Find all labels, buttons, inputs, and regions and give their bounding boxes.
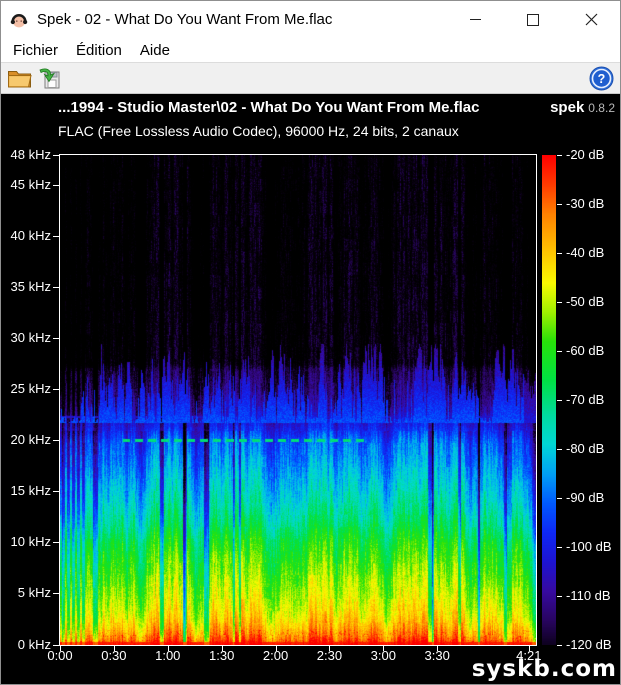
y-tick-label: 48 kHz — [10, 146, 51, 162]
watermark: syskb.com — [471, 656, 617, 682]
legend-tick — [557, 498, 562, 499]
y-tick-label: 45 kHz — [10, 177, 51, 193]
menu-bar: Fichier Édition Aide — [1, 38, 620, 62]
legend-tick-label: -80 dB — [566, 441, 605, 456]
legend-tick-label: -100 dB — [566, 539, 612, 554]
y-tick-label: 20 kHz — [10, 432, 51, 448]
x-tick-label: 0:00 — [47, 648, 73, 663]
legend-tick-label: -110 dB — [566, 588, 611, 603]
x-tick-label: 1:00 — [155, 648, 181, 663]
brand-wrap: spek 0.8.2 — [540, 99, 615, 117]
y-tick — [53, 593, 59, 595]
legend-tick — [557, 351, 562, 352]
close-button[interactable] — [562, 1, 620, 38]
legend-tick-label: -50 dB — [566, 294, 605, 309]
minimize-icon — [469, 19, 481, 20]
caption-buttons — [446, 1, 620, 38]
legend-tick — [557, 645, 562, 646]
legend-tick — [557, 400, 562, 401]
spectrogram-plot — [59, 154, 537, 646]
x-tick-label: 2:00 — [262, 648, 289, 663]
maximize-button[interactable] — [504, 1, 562, 38]
file-title: ...1994 - Studio Master\02 - What Do You… — [58, 99, 480, 116]
brand-version: 0.8.2 — [588, 101, 615, 115]
x-tick-label: 3:00 — [370, 648, 396, 663]
y-tick — [53, 338, 59, 340]
save-spectrogram-button[interactable] — [35, 64, 65, 92]
legend-tick-label: -60 dB — [566, 343, 605, 358]
legend-tick — [557, 449, 562, 450]
y-tick-label: 30 kHz — [10, 330, 51, 346]
spec-header: ...1994 - Studio Master\02 - What Do You… — [58, 99, 615, 117]
spectrogram-panel: ...1994 - Studio Master\02 - What Do You… — [1, 95, 620, 684]
audio-info: FLAC (Free Lossless Audio Codec), 96000 … — [58, 123, 459, 139]
window-titlebar[interactable]: Spek - 02 - What Do You Want From Me.fla… — [1, 1, 620, 38]
brand-name: spek — [550, 99, 585, 116]
legend-tick-label: -120 dB — [566, 637, 612, 652]
toolbar: ? — [1, 62, 620, 94]
y-tick — [53, 185, 59, 187]
x-tick-label: 1:30 — [209, 648, 235, 663]
help-button[interactable]: ? — [586, 64, 616, 92]
y-tick-label: 40 kHz — [10, 228, 51, 244]
legend-tick — [557, 302, 562, 303]
y-tick-label: 15 kHz — [10, 483, 51, 499]
spek-window: Spek - 02 - What Do You Want From Me.fla… — [0, 0, 621, 685]
menu-aide[interactable]: Aide — [131, 40, 179, 61]
legend-tick — [557, 253, 562, 254]
y-tick — [53, 154, 59, 156]
legend-tick — [557, 155, 562, 156]
y-tick — [53, 287, 59, 289]
legend-tick — [557, 596, 562, 597]
minimize-button[interactable] — [446, 1, 504, 38]
spectrogram-canvas — [60, 155, 536, 645]
y-tick-label: 10 kHz — [10, 534, 51, 550]
legend-tick — [557, 204, 562, 205]
menu-fichier[interactable]: Fichier — [4, 40, 67, 61]
y-tick — [53, 644, 59, 646]
y-tick — [53, 236, 59, 238]
close-icon — [585, 13, 597, 26]
x-tick-label: 0:30 — [101, 648, 127, 663]
legend-tick-label: -90 dB — [566, 490, 605, 505]
y-tick — [53, 389, 59, 391]
legend-tick-label: -20 dB — [566, 147, 605, 162]
window-title: Spek - 02 - What Do You Want From Me.fla… — [37, 11, 333, 28]
y-tick — [53, 440, 59, 442]
open-file-button[interactable] — [5, 64, 35, 92]
y-tick — [53, 542, 59, 544]
y-tick — [53, 491, 59, 493]
y-tick-label: 5 kHz — [17, 585, 51, 601]
open-folder-icon — [8, 71, 32, 88]
save-icon — [39, 68, 60, 88]
menu-edition[interactable]: Édition — [67, 40, 131, 61]
legend-tick-label: -30 dB — [566, 196, 605, 211]
legend-tick — [557, 547, 562, 548]
legend-gradient-bar — [542, 155, 556, 645]
help-icon: ? — [589, 66, 613, 90]
x-tick-label: 2:30 — [316, 648, 343, 663]
spek-app-icon — [10, 13, 28, 27]
svg-text:?: ? — [597, 72, 605, 86]
y-tick-label: 25 kHz — [10, 381, 51, 397]
legend-tick-label: -70 dB — [566, 392, 605, 407]
x-tick-label: 3:30 — [424, 648, 450, 663]
legend-tick-label: -40 dB — [566, 245, 605, 260]
y-tick-label: 35 kHz — [10, 279, 51, 295]
maximize-icon — [527, 13, 539, 26]
